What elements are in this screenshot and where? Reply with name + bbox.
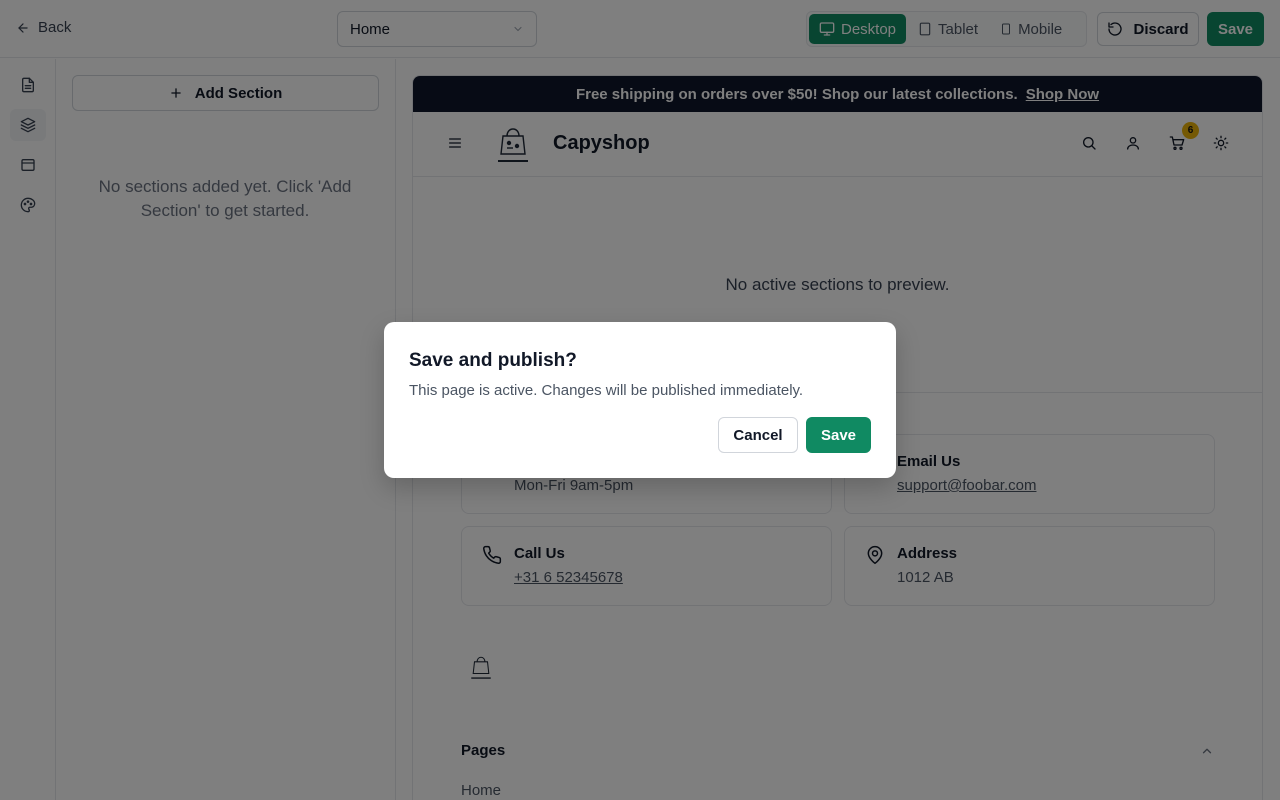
dialog-description: This page is active. Changes will be pub… <box>409 382 804 399</box>
dialog-title: Save and publish? <box>409 350 577 371</box>
dialog-save-button[interactable]: Save <box>806 417 871 453</box>
dialog-cancel-button[interactable]: Cancel <box>718 417 798 453</box>
save-publish-dialog: Save and publish? This page is active. C… <box>384 322 896 478</box>
